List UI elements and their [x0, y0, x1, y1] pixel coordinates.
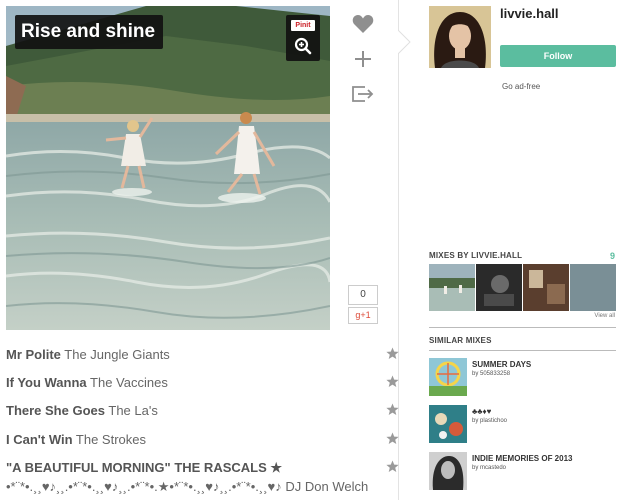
similar-mix-thumbnail [429, 452, 467, 490]
similar-mix-item[interactable]: ♣♣♦♥ by plastichoo [429, 405, 616, 445]
track-row[interactable]: Mr Polite The Jungle Giants [6, 344, 400, 366]
pinit-button[interactable]: Pinit [286, 15, 320, 61]
section-rule [429, 327, 616, 328]
mixes-count[interactable]: 9 [610, 251, 615, 261]
avatar[interactable] [429, 6, 491, 68]
track-artist: The Jungle Giants [64, 347, 170, 362]
pinit-label: Pinit [291, 20, 315, 31]
heart-icon[interactable] [352, 14, 374, 34]
track-artist: The Vaccines [90, 375, 168, 390]
track-row[interactable]: I Can't Win The Strokes [6, 429, 400, 451]
mixes-by-strip [429, 264, 616, 311]
section-rule [429, 350, 616, 351]
star-icon[interactable] [386, 460, 399, 473]
track-row[interactable]: If You Wanna The Vaccines [6, 372, 400, 394]
similar-mix-item[interactable]: INDIE MEMORIES OF 2013 by mcastedo [429, 452, 616, 492]
similar-mix-author: by plastichoo [472, 418, 508, 424]
view-all-link[interactable]: View all [594, 313, 615, 319]
similar-mix-title: INDIE MEMORIES OF 2013 [472, 454, 573, 463]
similar-mixes-label: SIMILAR MIXES [429, 336, 492, 345]
similar-mix-thumbnail [429, 358, 467, 396]
like-count: 0 [348, 285, 378, 305]
add-icon[interactable] [352, 48, 374, 70]
star-icon[interactable] [386, 432, 399, 445]
star-icon[interactable] [386, 347, 399, 360]
similar-mix-title: SUMMER DAYS [472, 360, 532, 369]
column-divider [398, 0, 399, 500]
share-icon[interactable] [351, 84, 375, 104]
star-icon[interactable] [386, 375, 399, 388]
track-title: Mr Polite [6, 347, 61, 362]
mix-thumbnail[interactable] [476, 264, 522, 311]
similar-mix-author: by 505833258 [472, 371, 511, 377]
track-dj-credit: •*¨*•.¸¸♥♪¸¸.•*¨*•.¸¸♥♪¸¸.•*¨*•.★•*¨*•.¸… [6, 479, 369, 494]
mix-cover-image[interactable]: Rise and shine Pinit [6, 6, 330, 330]
mix-thumbnail[interactable] [523, 264, 569, 311]
star-icon[interactable] [386, 403, 399, 416]
similar-mix-item[interactable]: SUMMER DAYS by 505833258 [429, 358, 616, 398]
track-artist: The La's [108, 403, 158, 418]
go-ad-free-link[interactable]: Go ad-free [502, 82, 540, 91]
username[interactable]: livvie.hall [500, 6, 559, 21]
mix-thumbnail[interactable] [570, 264, 616, 311]
mix-thumbnail[interactable] [429, 264, 475, 311]
follow-button[interactable]: Follow [500, 45, 616, 67]
mix-actions [348, 10, 378, 118]
track-title: If You Wanna [6, 375, 87, 390]
divider-notch [398, 30, 411, 54]
mixes-by-label: MIXES BY LIVVIE.HALL [429, 251, 523, 260]
gplus-button[interactable]: g+1 [348, 307, 378, 324]
zoom-icon[interactable] [294, 37, 312, 55]
mix-title: Rise and shine [15, 15, 164, 49]
track-row[interactable]: There She Goes The La's [6, 400, 400, 422]
track-title: I Can't Win [6, 432, 73, 447]
similar-mix-thumbnail [429, 405, 467, 443]
track-title: There She Goes [6, 403, 105, 418]
track-row[interactable]: "A BEAUTIFUL MORNING" THE RASCALS ★ [6, 457, 400, 479]
track-title: "A BEAUTIFUL MORNING" THE RASCALS ★ [6, 460, 283, 475]
similar-mix-author: by mcastedo [472, 465, 507, 471]
track-artist: The Strokes [75, 432, 147, 447]
similar-mix-title: ♣♣♦♥ [472, 407, 492, 416]
beach-photo [6, 6, 330, 330]
